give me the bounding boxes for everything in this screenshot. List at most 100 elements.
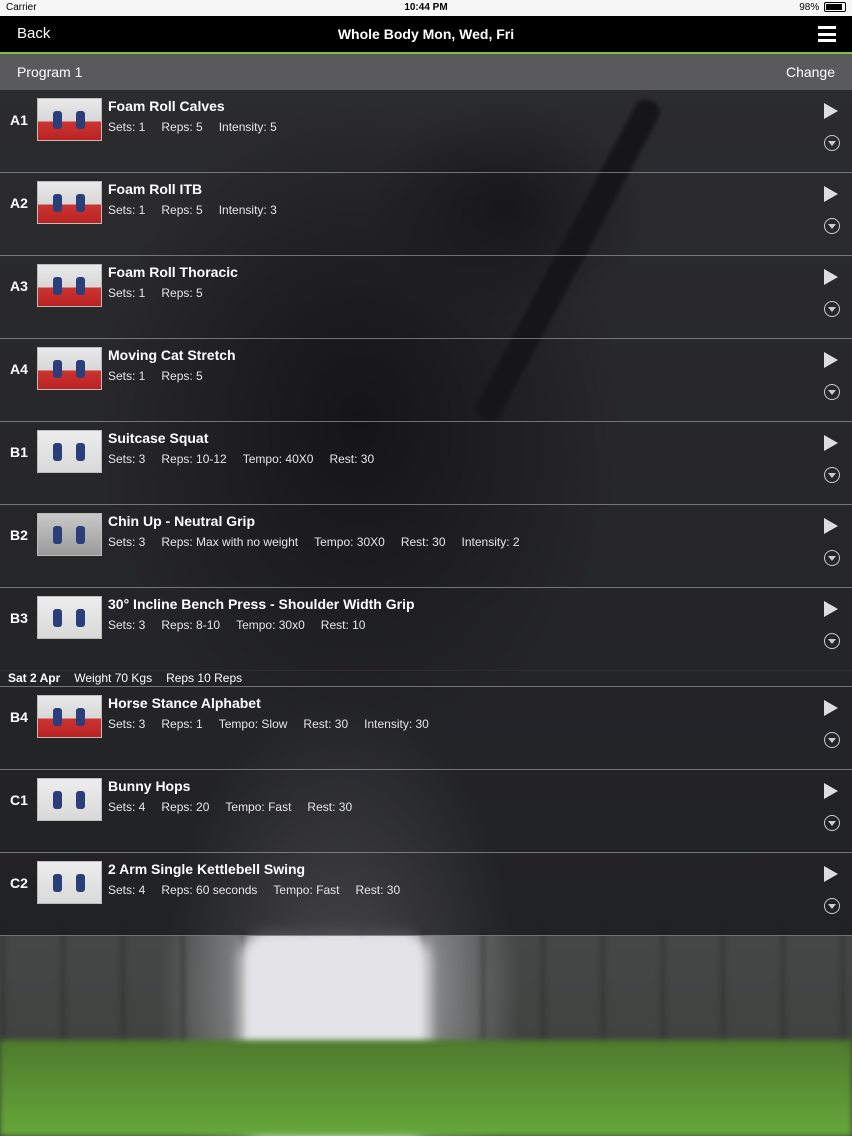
stat: Sets: 1 xyxy=(108,286,146,300)
stat: Sets: 3 xyxy=(108,535,146,549)
exercise-thumbnail xyxy=(37,430,102,473)
battery-percent: 98% xyxy=(799,2,820,13)
exercise-code: B1 xyxy=(10,444,28,460)
exercise-code: C1 xyxy=(10,792,28,808)
exercise-code: A4 xyxy=(10,361,28,377)
play-icon[interactable] xyxy=(824,700,838,716)
chevron-down-circle-icon[interactable] xyxy=(824,384,840,400)
exercise-row-b2[interactable]: B2 Chin Up - Neutral Grip Sets: 3 Reps: M… xyxy=(0,505,852,588)
exercise-stats: Sets: 1 Reps: 5 xyxy=(108,286,219,300)
chevron-down-circle-icon[interactable] xyxy=(824,732,840,748)
stat: Rest: 10 xyxy=(320,618,366,632)
play-icon[interactable] xyxy=(824,435,838,451)
exercise-list: A1 Foam Roll Calves Sets: 1 Reps: 5 Intens… xyxy=(0,90,852,936)
exercise-name: Horse Stance Alphabet xyxy=(108,695,261,711)
chevron-down-circle-icon[interactable] xyxy=(824,301,840,317)
stat: Reps: 20 xyxy=(161,800,210,814)
exercise-row-a4[interactable]: A4 Moving Cat Stretch Sets: 1 Reps: 5 xyxy=(0,339,852,422)
chevron-down-circle-icon[interactable] xyxy=(824,633,840,649)
play-icon[interactable] xyxy=(824,783,838,799)
exercise-row-a2[interactable]: A2 Foam Roll ITB Sets: 1 Reps: 5 Intensity… xyxy=(0,173,852,256)
stat: Rest: 30 xyxy=(355,883,401,897)
background-field xyxy=(0,1040,852,1136)
exercise-stats: Sets: 3 Reps: Max with no weight Tempo: 30… xyxy=(108,535,536,549)
stat: Sets: 4 xyxy=(108,883,146,897)
exercise-thumbnail xyxy=(37,347,102,390)
chevron-down-circle-icon[interactable] xyxy=(824,467,840,483)
exercise-stats: Sets: 3 Reps: 8-10 Tempo: 30x0 Rest: 10 xyxy=(108,618,381,632)
stat: Tempo: Slow xyxy=(218,717,288,731)
stat: Reps: 1 xyxy=(161,717,203,731)
exercise-row-a1[interactable]: A1 Foam Roll Calves Sets: 1 Reps: 5 Intens… xyxy=(0,90,852,173)
history-date: Sat 2 Apr xyxy=(8,671,61,685)
stat: Intensity: 2 xyxy=(461,535,520,549)
stat: Reps: Max with no weight xyxy=(161,535,299,549)
exercise-stats: Sets: 1 Reps: 5 xyxy=(108,369,219,383)
stat: Intensity: 30 xyxy=(364,717,429,731)
stat: Reps: 5 xyxy=(161,286,203,300)
chevron-down-circle-icon[interactable] xyxy=(824,815,840,831)
play-icon[interactable] xyxy=(824,186,838,202)
chevron-down-circle-icon[interactable] xyxy=(824,218,840,234)
exercise-stats: Sets: 1 Reps: 5 Intensity: 3 xyxy=(108,203,293,217)
stat: Rest: 30 xyxy=(307,800,353,814)
exercise-row-c1[interactable]: C1 Bunny Hops Sets: 4 Reps: 20 Tempo: Fast… xyxy=(0,770,852,853)
chevron-down-circle-icon[interactable] xyxy=(824,550,840,566)
exercise-code: B4 xyxy=(10,709,28,725)
stat: Reps: 5 xyxy=(161,203,203,217)
exercise-name: Chin Up - Neutral Grip xyxy=(108,513,255,529)
stat: Sets: 3 xyxy=(108,452,146,466)
play-icon[interactable] xyxy=(824,518,838,534)
status-bar: Carrier 10:44 PM 98% xyxy=(0,0,852,16)
stat: Sets: 1 xyxy=(108,120,146,134)
exercise-thumbnail xyxy=(37,513,102,556)
exercise-row-b4[interactable]: B4 Horse Stance Alphabet Sets: 3 Reps: 1 T… xyxy=(0,687,852,770)
exercise-row-b3[interactable]: B3 30° Incline Bench Press - Shoulder Wi… xyxy=(0,588,852,671)
exercise-row-b1[interactable]: B1 Suitcase Squat Sets: 3 Reps: 10-12 Temp… xyxy=(0,422,852,505)
stat: Reps: 60 seconds xyxy=(161,883,258,897)
exercise-row-a3[interactable]: A3 Foam Roll Thoracic Sets: 1 Reps: 5 xyxy=(0,256,852,339)
play-icon[interactable] xyxy=(824,866,838,882)
change-program-button[interactable]: Change xyxy=(786,54,835,90)
program-name: Program 1 xyxy=(17,64,83,80)
exercise-history-b3: Sat 2 Apr Weight 70 Kgs Reps 10 Reps xyxy=(0,670,852,687)
play-icon[interactable] xyxy=(824,269,838,285)
exercise-code: A3 xyxy=(10,278,28,294)
program-bar: Program 1 Change xyxy=(0,54,852,90)
stat: Reps: 8-10 xyxy=(161,618,221,632)
battery-status: 98% xyxy=(799,0,846,16)
chevron-down-circle-icon[interactable] xyxy=(824,898,840,914)
stat: Reps: 5 xyxy=(161,369,203,383)
exercise-code: B3 xyxy=(10,610,28,626)
exercise-thumbnail xyxy=(37,264,102,307)
play-icon[interactable] xyxy=(824,352,838,368)
exercise-name: Foam Roll ITB xyxy=(108,181,203,197)
play-icon[interactable] xyxy=(824,601,838,617)
stat: Intensity: 3 xyxy=(218,203,277,217)
stat: Sets: 3 xyxy=(108,618,146,632)
clock: 10:44 PM xyxy=(404,2,448,13)
exercise-name: 30° Incline Bench Press - Shoulder Width… xyxy=(108,596,415,612)
stat: Sets: 1 xyxy=(108,369,146,383)
stat: Reps: 10-12 xyxy=(161,452,227,466)
hamburger-menu-icon[interactable] xyxy=(818,26,836,42)
chevron-down-circle-icon[interactable] xyxy=(824,135,840,151)
exercise-name: Suitcase Squat xyxy=(108,430,209,446)
exercise-name: Foam Roll Calves xyxy=(108,98,225,114)
history-weight: Weight 70 Kgs xyxy=(74,671,153,685)
stat: Tempo: 30X0 xyxy=(314,535,385,549)
exercise-thumbnail xyxy=(37,596,102,639)
exercise-stats: Sets: 1 Reps: 5 Intensity: 5 xyxy=(108,120,293,134)
exercise-code: A2 xyxy=(10,195,28,211)
stat: Sets: 3 xyxy=(108,717,146,731)
play-icon[interactable] xyxy=(824,103,838,119)
exercise-row-c2[interactable]: C2 2 Arm Single Kettlebell Swing Sets: 4… xyxy=(0,853,852,936)
exercise-name: 2 Arm Single Kettlebell Swing xyxy=(108,861,306,877)
stat: Tempo: Fast xyxy=(225,800,292,814)
stat: Tempo: Fast xyxy=(273,883,340,897)
exercise-thumbnail xyxy=(37,98,102,141)
stat: Sets: 1 xyxy=(108,203,146,217)
exercise-thumbnail xyxy=(37,778,102,821)
stat: Rest: 30 xyxy=(329,452,375,466)
exercise-stats: Sets: 3 Reps: 10-12 Tempo: 40X0 Rest: 30 xyxy=(108,452,390,466)
